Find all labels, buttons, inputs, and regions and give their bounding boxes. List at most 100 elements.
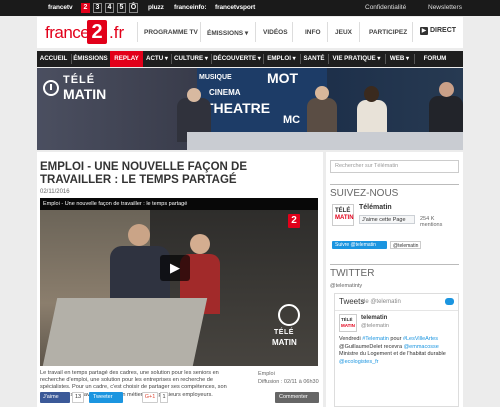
twitter-bird-icon (445, 298, 454, 305)
newsletters-link[interactable]: Newsletters (428, 4, 462, 11)
tweet-button[interactable]: Tweeter (89, 392, 123, 403)
tweet-mention-link[interactable]: @emmacosse (404, 344, 439, 350)
section-nav: ACCUEIL ÉMISSIONS REPLAY ACTU ▾ CULTURE … (37, 51, 463, 67)
nav-divider (137, 22, 138, 42)
network-link-francetvsport[interactable]: francetvsport (215, 4, 255, 11)
show-banner: TÉLÉ MATIN MUSIQUE CINEMA THEATRE MOT MC (37, 68, 463, 150)
nav-divider (255, 22, 256, 42)
site-logo-suffix: .fr (109, 23, 125, 42)
facebook-page-name[interactable]: Télématin (359, 204, 392, 211)
section-tab-actu[interactable]: ACTU ▾ (144, 51, 170, 67)
site-logo-text[interactable]: france (45, 23, 90, 43)
nav-programme-tv[interactable]: PROGRAMME TV (144, 29, 198, 36)
gplus-button[interactable]: G+1 (142, 392, 158, 403)
tweet-mention-link[interactable]: @ecologistes_fr (339, 359, 379, 365)
nav-videos[interactable]: VIDÉOS (263, 29, 288, 36)
avatar-brand-bottom: MATIN (341, 323, 355, 328)
tweet-avatar[interactable]: TÉLÉ MATIN (339, 314, 357, 332)
section-tab-emploi[interactable]: EMPLOI ▾ (264, 51, 299, 67)
facebook-like-button[interactable]: J'aime (40, 392, 70, 403)
article-diffusion: Diffusion : 02/11 à 06h30 (258, 379, 319, 385)
tweet-text-part: Vendredi (339, 336, 363, 342)
play-button[interactable]: ▶ (160, 255, 190, 281)
search-input[interactable]: Rechercher sur Télématin (330, 160, 459, 173)
facebook-page-like-button[interactable]: J'aime cette Page (359, 215, 415, 224)
twitter-timeline[interactable]: Tweets de @telematin TÉLÉ MATIN telemati… (334, 293, 459, 407)
channel-4[interactable]: 4 (105, 3, 114, 13)
network-link-pluzz[interactable]: pluzz (148, 4, 164, 11)
section-tab-emissions[interactable]: ÉMISSIONS (72, 51, 109, 67)
nav-divider (327, 22, 328, 42)
live-tv-icon: ▶ (420, 27, 428, 35)
tweet-hashtag-link[interactable]: #LesVilleArtes (403, 336, 438, 342)
section-tab-forum[interactable]: FORUM (417, 51, 453, 67)
channel-5[interactable]: 5 (117, 3, 126, 13)
page: francetv 2 3 4 5 Ô pluzz franceinfo: fra… (0, 0, 500, 407)
video-title-bar: Emploi - Une nouvelle façon de travaille… (40, 198, 318, 210)
section-tab-accueil[interactable]: ACCUEIL (37, 51, 70, 67)
banner-brand-bottom: MATIN (63, 86, 107, 102)
section-tab-vie-pratique[interactable]: VIE PRATIQUE ▾ (329, 51, 384, 67)
channel-o[interactable]: Ô (129, 3, 138, 13)
nav-participez[interactable]: PARTICIPEZ (369, 29, 407, 36)
tweet-author-name[interactable]: telematin (361, 315, 387, 321)
article: EMPLOI - UNE NOUVELLE FAÇON DE TRAVAILLE… (37, 152, 323, 407)
france2-logo[interactable]: 2 (87, 20, 107, 44)
gplus-count: 1 (160, 392, 168, 403)
worker-head (128, 224, 150, 246)
tweet-author-handle[interactable]: @telematin (361, 323, 389, 329)
twitter-heading: TWITTER (330, 264, 459, 279)
presenter-head (187, 88, 201, 102)
tweet-text-part: pour (388, 336, 403, 342)
direct-link[interactable]: DIRECT (430, 27, 456, 34)
nav-jeux[interactable]: JEUX (335, 29, 352, 36)
clock-icon (278, 304, 300, 326)
site-header: france 2 .fr PROGRAMME TV ÉMISSIONS ▾ VI… (37, 17, 463, 48)
nav-emissions[interactable]: ÉMISSIONS ▾ (207, 29, 248, 37)
article-category[interactable]: Emploi (258, 370, 319, 378)
twitter-account[interactable]: @telematinty (330, 283, 362, 289)
nav-divider (412, 22, 413, 42)
sidebar: Rechercher sur Télématin SUIVEZ-NOUS TÉL… (326, 152, 463, 407)
divider (335, 310, 458, 311)
section-tab-replay[interactable]: REPLAY (110, 51, 143, 67)
tweets-by[interactable]: de @telematin (362, 299, 401, 305)
section-tab-culture[interactable]: CULTURE ▾ (172, 51, 210, 67)
nav-divider (292, 22, 293, 42)
channel-2[interactable]: 2 (81, 3, 90, 13)
studio-word: CINEMA (209, 88, 241, 97)
twitter-handle-chip[interactable]: @telematin (390, 241, 422, 249)
nav-divider (200, 22, 201, 42)
article-meta: Emploi Diffusion : 02/11 à 06h30 (258, 370, 319, 386)
guest-head (315, 86, 329, 100)
privacy-link[interactable]: Confidentialité (365, 4, 406, 11)
clock-icon (43, 80, 59, 96)
section-tab-sante[interactable]: SANTÉ (301, 51, 327, 67)
studio-desk (187, 132, 463, 150)
tweets-label: Tweets (339, 297, 365, 306)
network-link-franceinfo[interactable]: franceinfo: (174, 4, 207, 11)
guest-head (364, 86, 379, 102)
section-tab-web[interactable]: WEB ▾ (386, 51, 413, 67)
section-tab-decouverte[interactable]: DÉCOUVERTE ▾ (212, 51, 262, 67)
studio-word: MOT (267, 70, 299, 86)
machine-panel (42, 298, 208, 366)
nav-divider (359, 22, 360, 42)
facebook-page-count: 254 K mentions (420, 216, 443, 228)
tweet-text-part: Ministre du Logement et de l'habitat dur… (339, 351, 446, 357)
video-player[interactable]: Emploi - Une nouvelle façon de travaille… (40, 198, 318, 366)
network-link-francetv[interactable]: francetv (48, 4, 73, 11)
channel-3[interactable]: 3 (93, 3, 102, 13)
presenter-head (439, 82, 454, 97)
nav-info[interactable]: INFO (305, 29, 321, 36)
banner-brand-top: TÉLÉ (63, 74, 96, 86)
tweet-hashtag-link[interactable]: #Telematin (362, 336, 389, 342)
facebook-page-widget: TÉLÉ MATIN Télématin J'aime cette Page 2… (332, 204, 457, 236)
comment-button[interactable]: Commenter (275, 392, 319, 403)
video-brand-bottom: MATIN (272, 338, 297, 347)
facebook-page-thumbnail[interactable]: TÉLÉ MATIN (332, 204, 354, 226)
studio-word: THEATRE (205, 100, 271, 116)
twitter-follow-button[interactable]: Suivre @telematin (332, 241, 387, 249)
facebook-like-count: 13 (72, 392, 84, 403)
tweet-text-part: @GuillaumeDelet recevra (339, 343, 404, 350)
